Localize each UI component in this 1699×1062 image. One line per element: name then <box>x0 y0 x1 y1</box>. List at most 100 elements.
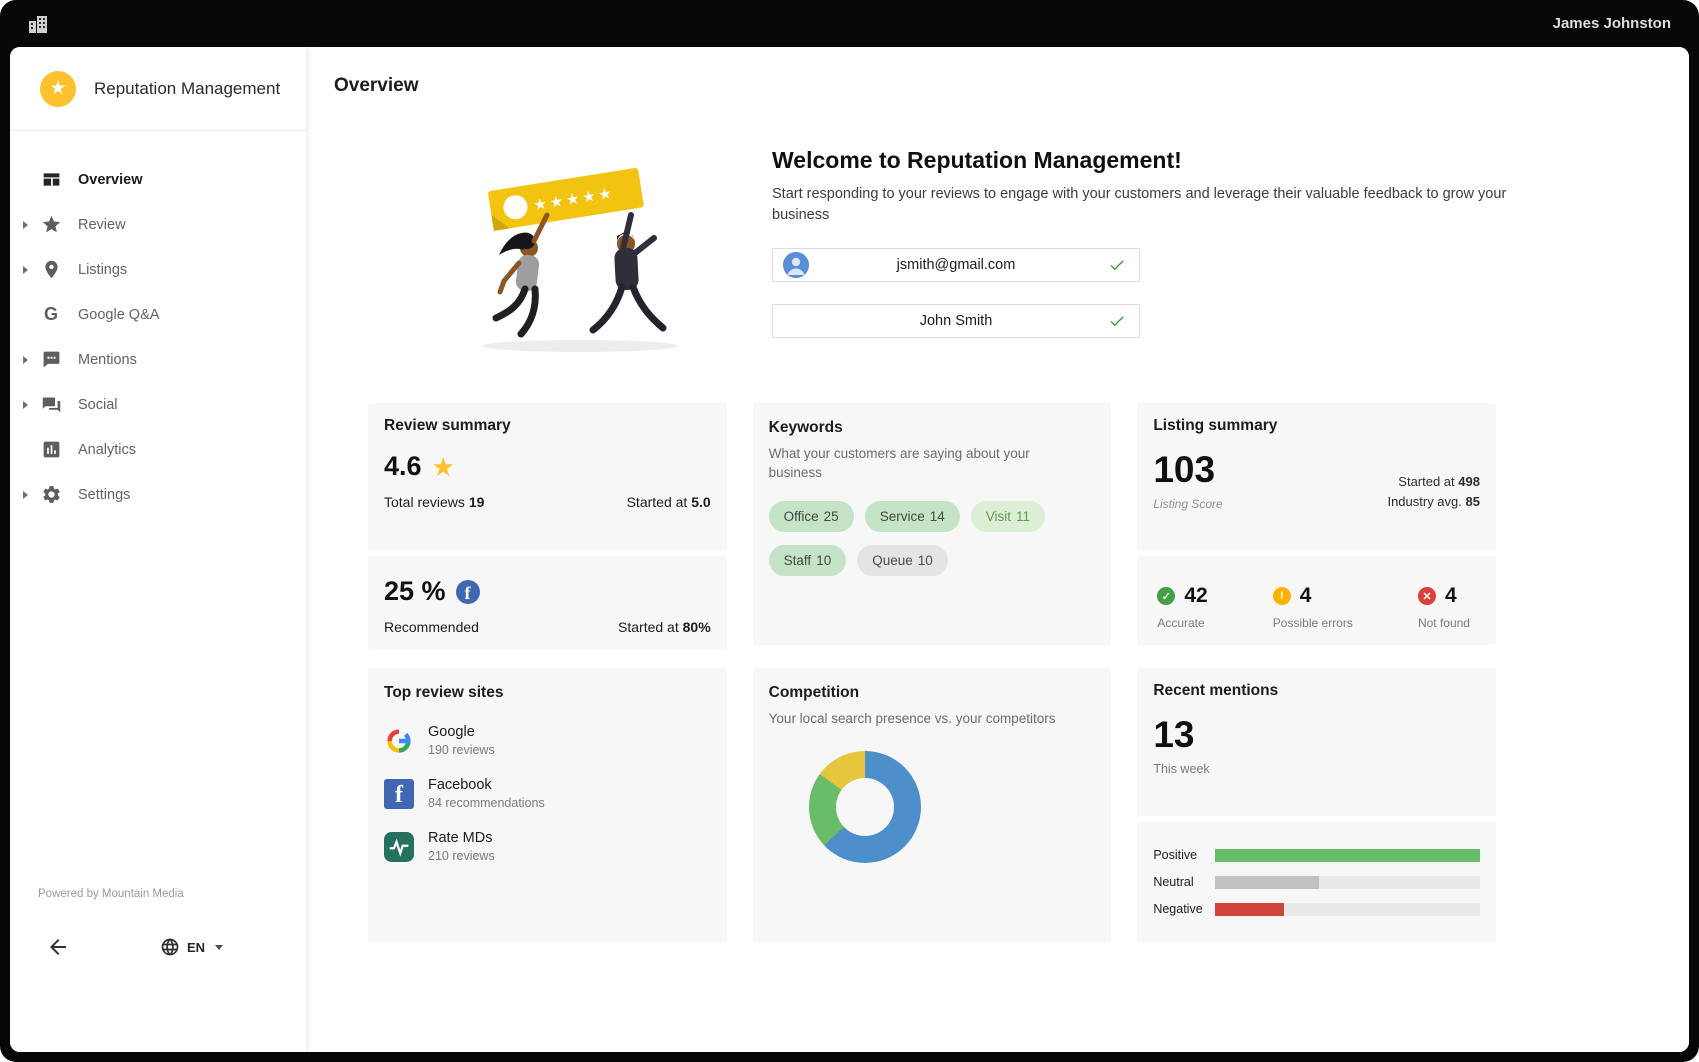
site-row-facebook[interactable]: f Facebook 84 recommendations <box>384 777 711 810</box>
listing-score-caption: Listing Score <box>1153 497 1222 511</box>
mention-row-positive: Positive <box>1153 848 1480 862</box>
window-frame: James Johnston ★ Reputation Management O… <box>0 0 1699 1062</box>
site-row-ratemds[interactable]: Rate MDs 210 reviews <box>384 830 711 863</box>
back-arrow-button[interactable] <box>46 934 72 960</box>
sidebar-item-mentions[interactable]: Mentions <box>10 337 306 382</box>
check-icon <box>1108 256 1126 274</box>
top-review-sites-card: Top review sites <box>368 668 727 942</box>
welcome-illustration: ★★★★★ <box>430 141 730 361</box>
bar-track <box>1215 849 1480 862</box>
competition-subtitle: Your local search presence vs. your comp… <box>769 710 1079 729</box>
brand: ★ Reputation Management <box>10 47 306 131</box>
powered-by-text: Powered by Mountain Media <box>38 888 184 900</box>
social-chat-icon <box>40 394 62 416</box>
facebook-icon: f <box>456 580 480 604</box>
site-row-google[interactable]: Google 190 reviews <box>384 724 711 757</box>
avatar <box>783 252 809 278</box>
error-circle-icon: ✕ <box>1418 587 1436 605</box>
started-at-label: Started at <box>618 619 679 635</box>
sidebar-nav: Overview Review Listings <box>10 131 306 517</box>
listing-summary-card: Listing summary 103 Listing Score Starte… <box>1137 403 1496 645</box>
keyword-chip-staff[interactable]: Staff10 <box>769 545 847 576</box>
bar-track <box>1215 903 1480 916</box>
mentions-bars: Positive Neutral Negative <box>1137 822 1496 942</box>
mention-bar-fill <box>1215 903 1284 916</box>
main-content: Overview ★★★★★ <box>306 47 1689 1052</box>
review-summary-card: Review summary 4.6 ★ Total reviews 19 St… <box>368 403 727 645</box>
competition-donut <box>809 751 921 863</box>
welcome-subtitle: Start responding to your reviews to enga… <box>772 184 1517 226</box>
globe-icon <box>160 937 180 957</box>
listing-score: 103 <box>1153 451 1222 488</box>
name-field[interactable]: John Smith <box>772 304 1140 338</box>
sidebar-item-google-qa[interactable]: G Google Q&A <box>10 292 306 337</box>
started-at-label: Started at <box>1398 474 1454 489</box>
brand-name: Reputation Management <box>94 79 280 99</box>
sidebar-item-listings[interactable]: Listings <box>10 247 306 292</box>
sidebar-item-analytics[interactable]: Analytics <box>10 427 306 472</box>
ratemds-icon <box>384 832 414 862</box>
chevron-right-icon <box>23 491 28 499</box>
check-circle-icon: ✓ <box>1157 587 1175 605</box>
stat-accurate: ✓42 Accurate <box>1157 584 1207 630</box>
chevron-right-icon <box>23 266 28 274</box>
user-name[interactable]: James Johnston <box>1553 15 1671 32</box>
recent-mentions-card: Recent mentions 13 This week Positive Ne… <box>1137 668 1496 942</box>
mentions-count: 13 <box>1153 716 1480 753</box>
mention-bar-fill <box>1215 876 1318 889</box>
warning-circle-icon: ! <box>1273 587 1291 605</box>
keyword-chips: Office25 Service14 Visit11 Staff10 Queue… <box>769 501 1089 576</box>
keyword-chip-visit[interactable]: Visit11 <box>971 501 1045 532</box>
keywords-subtitle: What your customers are saying about you… <box>769 445 1079 483</box>
analytics-chart-icon <box>40 439 62 461</box>
chevron-right-icon <box>23 356 28 364</box>
page-title: Overview <box>306 47 1689 97</box>
check-icon <box>1108 312 1126 330</box>
email-field[interactable]: jsmith@gmail.com <box>772 248 1140 282</box>
total-reviews-label: Total reviews <box>384 494 465 510</box>
mention-row-neutral: Neutral <box>1153 875 1480 889</box>
sidebar-item-social[interactable]: Social <box>10 382 306 427</box>
keywords-card: Keywords What your customers are saying … <box>753 403 1112 645</box>
sidebar-footer: EN <box>10 934 306 960</box>
chevron-right-icon <box>23 401 28 409</box>
sidebar-item-review[interactable]: Review <box>10 202 306 247</box>
keyword-chip-office[interactable]: Office25 <box>769 501 854 532</box>
gear-icon <box>40 484 62 506</box>
card-title: Competition <box>769 684 1096 702</box>
facebook-icon: f <box>384 779 414 809</box>
google-logo-icon <box>384 726 414 756</box>
listing-stats: ✓42 Accurate !4 Possible errors ✕4 Not f… <box>1153 570 1480 630</box>
keyword-chip-queue[interactable]: Queue10 <box>857 545 948 576</box>
card-title: Recent mentions <box>1153 682 1480 700</box>
started-at-label: Started at <box>627 494 688 510</box>
card-title: Review summary <box>384 417 711 435</box>
chevron-right-icon <box>23 221 28 229</box>
overview-icon <box>40 169 62 191</box>
welcome-section: ★★★★★ <box>430 147 1689 361</box>
sidebar-item-overview[interactable]: Overview <box>10 157 306 202</box>
bar-track <box>1215 876 1480 889</box>
total-reviews-value: 19 <box>469 494 485 510</box>
recommended-label: Recommended <box>384 619 479 635</box>
topbar: James Johnston <box>0 0 1699 47</box>
cards-grid: Review summary 4.6 ★ Total reviews 19 St… <box>368 403 1496 942</box>
sidebar-item-settings[interactable]: Settings <box>10 472 306 517</box>
star-icon <box>40 214 62 236</box>
welcome-title: Welcome to Reputation Management! <box>772 147 1517 174</box>
keyword-chip-service[interactable]: Service14 <box>865 501 960 532</box>
language-selector[interactable]: EN <box>160 937 223 957</box>
star-icon: ★ <box>432 454 455 480</box>
recommended-percent: 25 % <box>384 576 446 607</box>
started-at-value: 5.0 <box>691 494 710 510</box>
sidebar: ★ Reputation Management Overview Review <box>10 47 306 1052</box>
brand-star-icon: ★ <box>40 71 76 107</box>
language-code: EN <box>187 940 205 955</box>
email-value: jsmith@gmail.com <box>773 257 1139 273</box>
started-at-value: 80% <box>683 619 711 635</box>
mention-bar-fill <box>1215 849 1480 862</box>
google-g-icon: G <box>40 304 62 326</box>
company-building-icon[interactable] <box>26 12 50 36</box>
card-title: Listing summary <box>1153 417 1480 435</box>
mentions-period: This week <box>1153 762 1480 776</box>
